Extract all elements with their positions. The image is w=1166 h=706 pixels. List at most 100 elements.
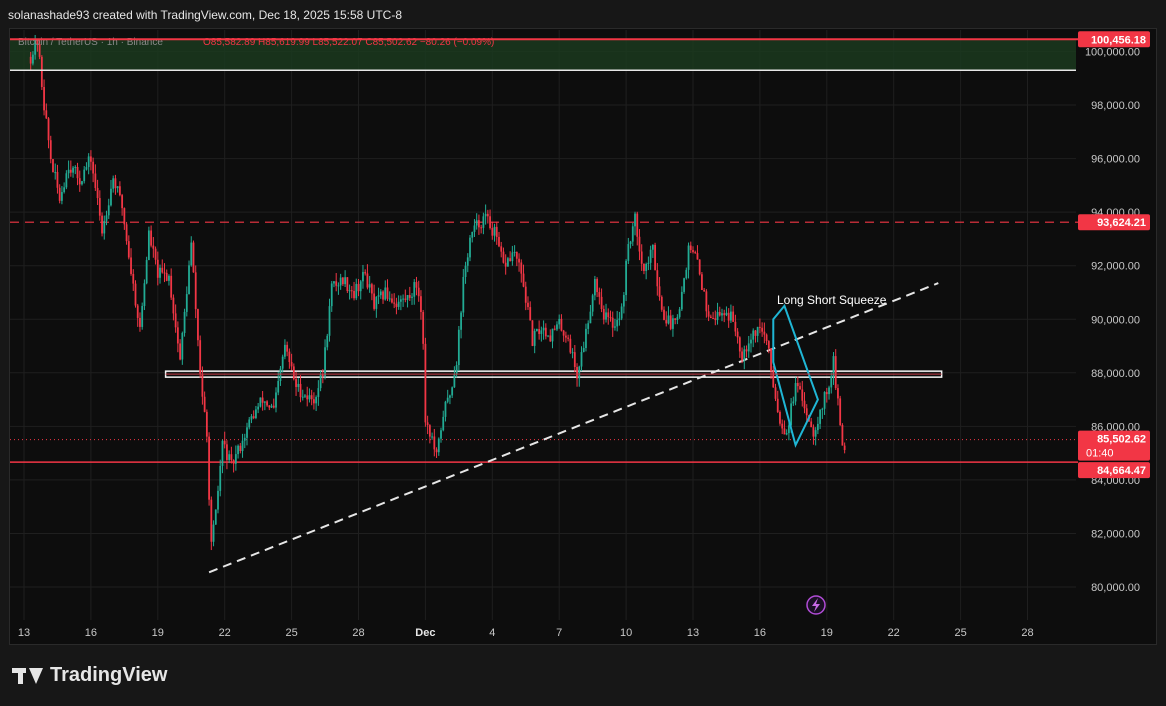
- candle-body: [799, 386, 801, 390]
- candle-body: [364, 272, 367, 274]
- x-tick-label: 22: [219, 627, 231, 639]
- candle-body: [622, 295, 625, 307]
- candle-body: [147, 230, 150, 261]
- candle-body: [462, 276, 465, 313]
- candle-body: [420, 296, 422, 312]
- candle-body: [252, 416, 255, 419]
- candle-body: [121, 195, 124, 209]
- candle-body: [564, 335, 567, 338]
- x-tick-label: 28: [1021, 627, 1033, 639]
- candle-body: [188, 265, 190, 295]
- candle-body: [375, 296, 378, 309]
- candle-body: [602, 308, 605, 320]
- candle-body: [540, 330, 543, 334]
- ascending-trendline: [208, 282, 939, 574]
- candle-body: [587, 323, 590, 329]
- candle-body: [337, 285, 340, 287]
- candle-body: [172, 297, 175, 314]
- candle-body: [32, 54, 34, 64]
- candle-body: [495, 226, 498, 237]
- candle-body: [58, 187, 61, 201]
- candle-body: [145, 260, 148, 284]
- candle-body: [796, 382, 799, 387]
- candle-body: [114, 178, 117, 189]
- candle-body: [527, 302, 529, 308]
- candle-body: [118, 186, 121, 196]
- candle-body: [199, 340, 202, 375]
- candle-body: [47, 118, 50, 141]
- x-tick-label: 25: [954, 627, 966, 639]
- candle-body: [502, 251, 505, 263]
- candle-body: [259, 397, 262, 407]
- candle-body: [743, 349, 746, 361]
- candle-body: [593, 279, 596, 296]
- candle-body: [132, 273, 135, 284]
- candle-body: [841, 425, 844, 446]
- candle-body: [498, 236, 500, 247]
- candle-body: [629, 241, 632, 245]
- candle-body: [763, 331, 766, 335]
- price-chart[interactable]: Long Short Squeeze Bitcoin / TetherUS · …: [0, 0, 1166, 706]
- candle-body: [176, 327, 179, 344]
- y-tick-label: 98,000.00: [1091, 100, 1140, 112]
- candle-body: [730, 311, 732, 321]
- candle-body: [442, 416, 445, 431]
- candle-body: [190, 242, 193, 266]
- candle-body: [61, 192, 63, 201]
- candle-body: [573, 352, 576, 368]
- candle-body: [544, 327, 547, 337]
- candle-body: [658, 286, 661, 297]
- tradingview-logo[interactable]: TradingView: [12, 664, 167, 687]
- candle-body: [339, 277, 342, 286]
- candle-body: [78, 178, 81, 185]
- candle-body: [183, 311, 186, 333]
- candle-body: [816, 423, 819, 431]
- candle-body: [478, 220, 480, 228]
- candle-body: [692, 250, 694, 253]
- y-tick-label: 100,000.00: [1085, 47, 1140, 59]
- candle-body: [745, 349, 748, 352]
- candle-body: [607, 312, 610, 318]
- candle-body: [600, 296, 603, 309]
- candle-body: [40, 56, 43, 88]
- candle-body: [440, 430, 442, 439]
- candle-body: [357, 283, 360, 292]
- candle-body: [246, 427, 248, 438]
- candle-body: [72, 167, 74, 173]
- candle-body: [676, 317, 679, 321]
- candle-body: [81, 181, 83, 185]
- candle-body: [437, 438, 440, 453]
- candle-body: [832, 356, 835, 377]
- candle-body: [297, 383, 300, 387]
- candle-body: [772, 371, 775, 388]
- candle-body: [698, 259, 701, 275]
- candle-body: [446, 397, 449, 402]
- candle-body: [250, 416, 253, 420]
- candle-body: [553, 328, 556, 330]
- candle-body: [163, 272, 166, 274]
- candle-body: [660, 296, 663, 310]
- x-tick-label: 13: [18, 627, 30, 639]
- candle-body: [221, 440, 224, 466]
- candle-body: [471, 231, 474, 238]
- candle-body: [694, 252, 697, 254]
- lightning-icon[interactable]: [806, 595, 826, 615]
- candle-body: [685, 269, 688, 279]
- candle-body: [611, 317, 614, 328]
- candle-body: [589, 311, 592, 324]
- candle-body: [756, 326, 759, 336]
- candle-body: [631, 226, 634, 242]
- top-zone-price-tag-text: 100,456.18: [1091, 34, 1146, 46]
- y-tick-label: 82,000.00: [1091, 528, 1140, 540]
- candle-body: [123, 208, 126, 225]
- candle-body: [819, 409, 822, 424]
- candle-body: [422, 311, 425, 344]
- candle-body: [281, 356, 284, 369]
- candle-body: [379, 291, 382, 296]
- candle-body: [790, 403, 793, 426]
- y-tick-label: 88,000.00: [1091, 368, 1140, 380]
- candle-body: [208, 436, 210, 500]
- candle-body: [110, 188, 112, 206]
- candle-body: [524, 286, 527, 303]
- candle-body: [226, 444, 228, 460]
